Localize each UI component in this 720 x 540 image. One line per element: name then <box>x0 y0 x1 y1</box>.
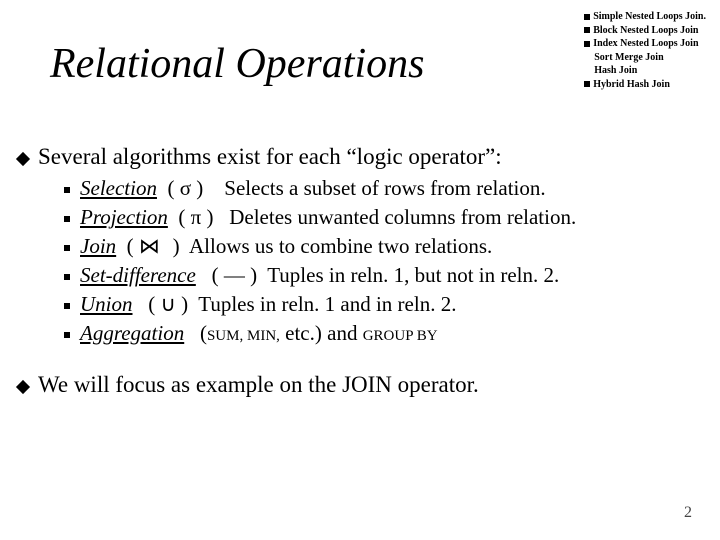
sigma-icon: σ <box>180 176 191 200</box>
op-desc: Tuples in reln. 1 and in reln. 2. <box>198 292 456 316</box>
op-desc: etc.) and <box>280 321 363 345</box>
op-desc: Deletes unwanted columns from relation. <box>229 205 576 229</box>
list-item: Selection ( σ ) Selects a subset of rows… <box>64 176 698 201</box>
slide-title: Relational Operations <box>50 40 424 88</box>
toc-label: Sort Merge Join <box>594 52 663 63</box>
op-desc: Allows us to combine two relations. <box>189 234 492 258</box>
bullet-level1: Several algorithms exist for each “logic… <box>18 144 698 170</box>
square-bullet-icon <box>64 216 70 222</box>
op-desc: SUM, MIN, <box>207 321 280 345</box>
op-name: Union <box>80 292 133 316</box>
op-name: Selection <box>80 176 157 200</box>
join-algorithms-toc: Simple Nested Loops Join. Block Nested L… <box>584 10 706 91</box>
toc-label: Hybrid Hash Join <box>593 79 670 90</box>
diamond-bullet-icon <box>583 53 591 61</box>
op-name: Join <box>80 234 116 258</box>
intro-text: Several algorithms exist for each “logic… <box>38 144 502 169</box>
op-desc: GROUP BY <box>363 321 438 345</box>
minus-icon: — <box>224 263 245 287</box>
join-icon: ⋈ <box>139 234 157 258</box>
list-item: Join ( ⋈ ) Allows us to combine two rela… <box>64 234 698 259</box>
toc-item: Simple Nested Loops Join. <box>584 10 706 24</box>
toc-item: Index Nested Loops Join <box>584 37 706 51</box>
op-name: Projection <box>80 205 168 229</box>
square-bullet-icon <box>64 274 70 280</box>
op-desc: Tuples in reln. 1, but not in reln. 2. <box>267 263 559 287</box>
square-bullet-icon <box>584 27 590 33</box>
slide-body: Several algorithms exist for each “logic… <box>18 140 698 398</box>
pi-icon: π <box>191 205 202 229</box>
toc-label: Hash Join <box>594 65 637 76</box>
toc-item: Sort Merge Join <box>584 51 706 65</box>
square-bullet-icon <box>584 81 590 87</box>
square-bullet-icon <box>64 245 70 251</box>
list-item: Aggregation (SUM, MIN, etc.) and GROUP B… <box>64 321 698 346</box>
op-desc: Selects a subset of rows from relation. <box>224 176 545 200</box>
diamond-bullet-icon <box>583 66 591 74</box>
op-name: Aggregation <box>80 321 184 345</box>
operator-list: Selection ( σ ) Selects a subset of rows… <box>64 176 698 346</box>
list-item: Set-difference ( — ) Tuples in reln. 1, … <box>64 263 698 288</box>
square-bullet-icon <box>584 41 590 47</box>
square-bullet-icon <box>584 14 590 20</box>
square-bullet-icon <box>64 187 70 193</box>
square-bullet-icon <box>64 303 70 309</box>
toc-item: Block Nested Loops Join <box>584 24 706 38</box>
toc-item: Hash Join <box>584 64 706 78</box>
diamond-bullet-icon <box>16 380 30 394</box>
toc-label: Simple Nested Loops Join. <box>593 11 706 22</box>
toc-item: Hybrid Hash Join <box>584 78 706 92</box>
union-icon: ∪ <box>161 292 176 316</box>
bullet-level1: We will focus as example on the JOIN ope… <box>18 372 698 398</box>
closing-text: We will focus as example on the JOIN ope… <box>38 372 479 397</box>
list-item: Union ( ∪ ) Tuples in reln. 1 and in rel… <box>64 292 698 317</box>
square-bullet-icon <box>64 332 70 338</box>
toc-label: Block Nested Loops Join <box>593 25 698 36</box>
diamond-bullet-icon <box>16 152 30 166</box>
list-item: Projection ( π ) Deletes unwanted column… <box>64 205 698 230</box>
toc-label: Index Nested Loops Join <box>593 38 698 49</box>
op-name: Set-difference <box>80 263 196 287</box>
page-number: 2 <box>684 504 692 522</box>
